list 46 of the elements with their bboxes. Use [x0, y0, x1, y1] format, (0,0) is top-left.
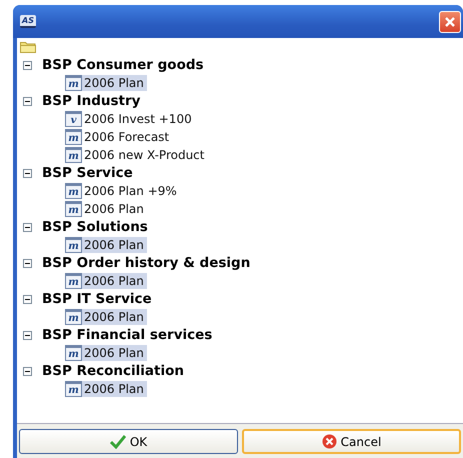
checkmark-icon [110, 434, 126, 448]
tree-group-label[interactable]: BSP Consumer goods [42, 57, 204, 73]
collapse-toggle[interactable] [23, 60, 32, 70]
tree-item[interactable]: 2006 Plan [82, 237, 147, 253]
tree-item[interactable]: 2006 new X-Product [82, 147, 208, 163]
document-icon: m [65, 273, 82, 289]
tree-item[interactable]: 2006 Plan [82, 381, 147, 397]
document-icon: m [65, 75, 82, 91]
close-button[interactable] [439, 10, 461, 32]
collapse-toggle[interactable] [23, 222, 32, 232]
tree-group-label[interactable]: BSP Service [42, 165, 133, 181]
folder-icon [20, 40, 36, 53]
app-logo: AS [20, 15, 36, 28]
tree-group-label[interactable]: BSP Industry [42, 93, 140, 109]
tree-item[interactable]: 2006 Plan [82, 309, 147, 325]
collapse-toggle[interactable] [23, 294, 32, 304]
tree-item[interactable]: 2006 Plan +9% [82, 183, 180, 199]
collapse-toggle[interactable] [23, 168, 32, 178]
document-icon: m [65, 237, 82, 253]
document-icon: v [65, 111, 82, 127]
cancel-button[interactable]: Cancel [242, 429, 461, 454]
tree-item[interactable]: 2006 Plan [82, 75, 147, 91]
collapse-toggle[interactable] [23, 366, 32, 376]
tree-item[interactable]: 2006 Plan [82, 345, 147, 361]
tree-group-label[interactable]: BSP Reconciliation [42, 363, 184, 379]
ok-button[interactable]: OK [19, 429, 238, 454]
tree-group-label[interactable]: BSP Financial services [42, 327, 212, 343]
document-icon: m [65, 309, 82, 325]
tree-item[interactable]: 2006 Invest +100 [82, 111, 195, 127]
tree-group-label[interactable]: BSP Order history & design [42, 255, 250, 271]
collapse-toggle[interactable] [23, 330, 32, 340]
document-icon: m [65, 147, 82, 163]
tree-group-label[interactable]: BSP IT Service [42, 291, 152, 307]
tree-item[interactable]: 2006 Forecast [82, 129, 172, 145]
collapse-toggle[interactable] [23, 96, 32, 106]
close-icon [444, 16, 456, 28]
tree-item[interactable]: 2006 Plan [82, 273, 147, 289]
tree-group-label[interactable]: BSP Solutions [42, 219, 148, 235]
cancel-icon [322, 434, 337, 449]
document-icon: m [65, 201, 82, 217]
document-icon: m [65, 381, 82, 397]
document-icon: m [65, 183, 82, 199]
document-icon: m [65, 345, 82, 361]
tree-item[interactable]: 2006 Plan [82, 201, 147, 217]
document-icon: m [65, 129, 82, 145]
collapse-toggle[interactable] [23, 258, 32, 268]
